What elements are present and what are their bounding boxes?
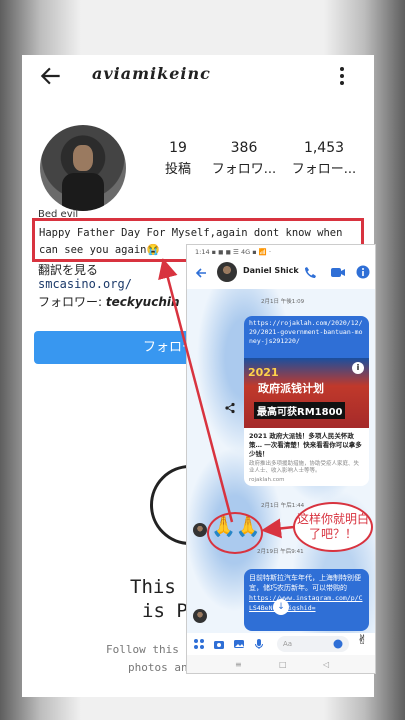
following-stat[interactable]: 1,453 フォロー... — [284, 140, 364, 177]
profile-username: aviamikeinc — [92, 64, 211, 83]
video-call-icon[interactable] — [330, 266, 346, 279]
followers-label: フォロワ... — [211, 162, 277, 177]
link-summary: 政府推出多项援助措施，协助受疫人家庭、失业人士、收入影响人士等等。 — [249, 461, 360, 474]
sender-avatar — [193, 523, 207, 537]
text-message-bubble[interactable]: 目前特斯拉汽车年代，上海制特别便宜，储巧农历新年。可以带购的 https://w… — [244, 569, 369, 631]
followed-by-name[interactable]: teckyuchin — [106, 295, 180, 309]
more-options-icon[interactable] — [332, 65, 352, 87]
link-image-subheadline: 最高可获RM1800 — [254, 402, 346, 419]
emoji-icon[interactable] — [333, 639, 343, 649]
annotation-circle — [207, 512, 263, 554]
share-icon[interactable] — [224, 402, 236, 414]
following-count: 1,453 — [303, 140, 345, 156]
message-text: 目前特斯拉汽车年代，上海制特别便宜，储巧农历新年。可以带购的 — [249, 574, 361, 592]
link-preview-card[interactable]: https://rojaklah.com/2020/12/29/2021-gov… — [244, 316, 369, 486]
annotation-speech-bubble: 这样你就明白了吧？！ — [293, 502, 373, 552]
followed-by-label: フォロワー: — [38, 295, 103, 309]
followers-stat[interactable]: 386 フォロワ... — [204, 140, 284, 177]
timestamp: 2月1日 午後1:09 — [261, 299, 305, 305]
profile-avatar — [40, 125, 126, 211]
following-label: フォロー... — [291, 162, 357, 177]
apps-grid-icon[interactable] — [193, 638, 205, 650]
contact-name[interactable]: Daniel Shick — [243, 266, 299, 275]
scroll-down-icon[interactable]: ↓ — [273, 599, 289, 615]
link-image-year: 2021 — [248, 366, 279, 379]
contact-avatar[interactable] — [217, 262, 237, 282]
phone-status-bar: 1:14 ▪ ◼ ◼ ☰ 4G ▪ 📶 ⋅ — [195, 248, 271, 256]
info-icon[interactable] — [356, 265, 370, 279]
link-domain: rojaklah.com — [249, 477, 285, 483]
followers-count: 386 — [230, 140, 258, 156]
home-nav-icon[interactable]: □ — [279, 660, 287, 669]
back-nav-icon[interactable]: ◁ — [323, 660, 329, 669]
timestamp: 2月19日 午后9:41 — [257, 549, 304, 555]
link-preview-image: 2021 政府派钱计划 最高可获RM1800 i — [244, 358, 369, 428]
link-image-headline: 政府派钱计划 — [258, 382, 324, 395]
gallery-icon[interactable] — [233, 638, 245, 650]
translate-link[interactable]: 翻訳を見る — [38, 261, 98, 278]
camera-icon[interactable] — [213, 638, 225, 650]
link-url[interactable]: https://rojaklah.com/2020/12/29/2021-gov… — [244, 316, 369, 358]
phone-call-icon[interactable] — [304, 266, 317, 279]
sender-avatar — [193, 609, 207, 623]
link-title: 2021 政府大派钱！多项人民关怀政策… 一次看清楚！快来看看你可以拿多少钱！ — [249, 432, 362, 458]
chat-header: Daniel Shick — [187, 259, 375, 287]
back-arrow-icon[interactable] — [38, 63, 64, 89]
back-arrow-icon[interactable] — [195, 267, 207, 279]
info-icon[interactable]: i — [352, 362, 364, 374]
messenger-chat-screen: 1:14 ▪ ◼ ◼ ☰ 4G ▪ 📶 ⋅ Daniel Shick 2月1日 … — [186, 244, 376, 674]
message-link[interactable]: https://www.instagram.com/p/CLS4BeNuY/?i… — [249, 593, 364, 613]
link-description: 2021 政府大派钱！多项人民关怀政策… 一次看清楚！快来看看你可以拿多少钱！ … — [244, 428, 369, 486]
message-composer: Aa ✌ — [187, 633, 375, 655]
website-link[interactable]: smcasino.org/ — [38, 277, 132, 291]
menu-nav-icon[interactable]: ≡ — [235, 660, 242, 669]
chat-thread[interactable]: 2月1日 午後1:09 https://rojaklah.com/2020/12… — [187, 289, 375, 633]
quick-reaction-emoji[interactable]: ✌ — [357, 634, 373, 650]
microphone-icon[interactable] — [253, 638, 265, 650]
followed-by-line: フォロワー: teckyuchin — [38, 293, 180, 310]
android-nav-bar: ≡ □ ◁ — [187, 655, 375, 673]
timestamp: 2月1日 午后1:44 — [261, 503, 305, 509]
